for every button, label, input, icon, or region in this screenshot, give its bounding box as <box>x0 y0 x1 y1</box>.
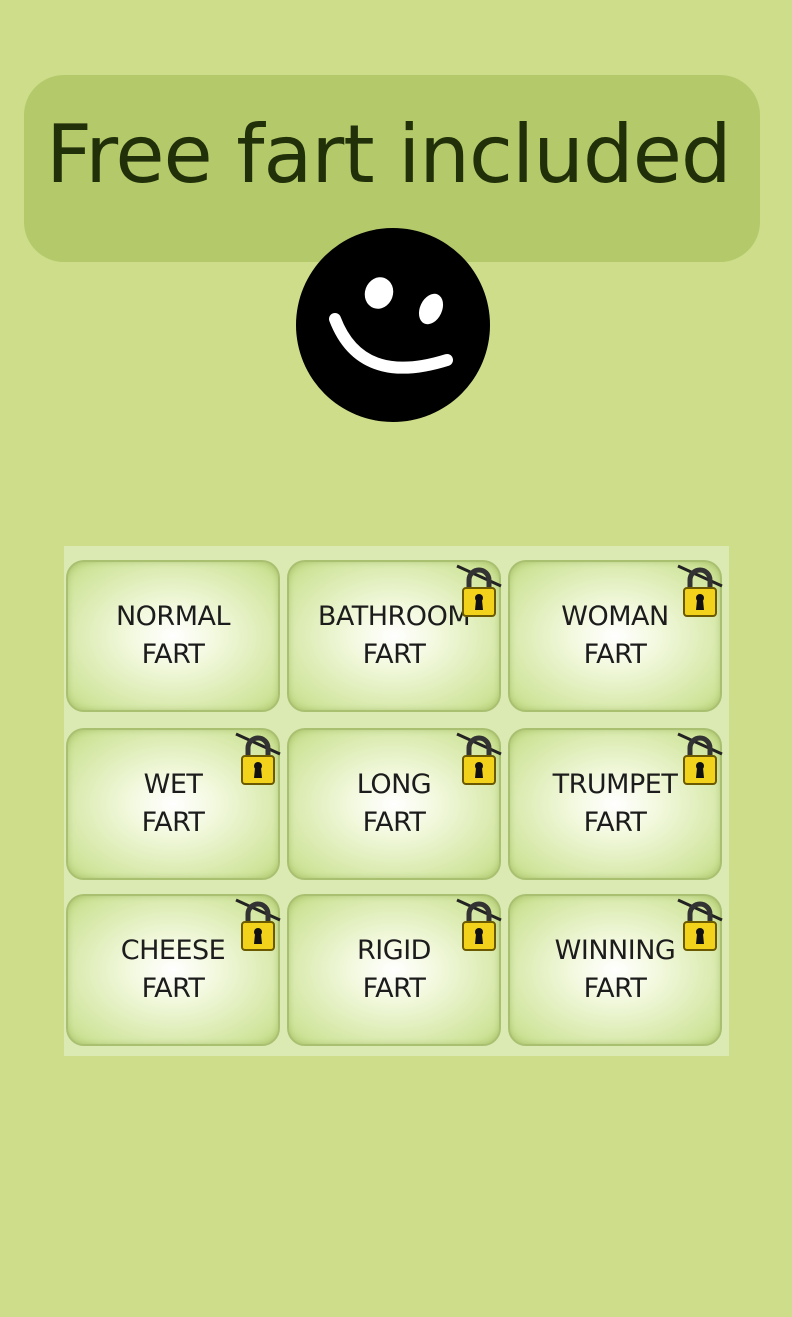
tile-woman-fart[interactable]: WOMAN FART <box>508 560 723 712</box>
padlock-icon <box>235 732 281 785</box>
banner-title: Free fart included <box>46 108 732 201</box>
tile-normal-fart[interactable]: NORMAL FART <box>66 560 280 712</box>
padlock-icon <box>677 732 723 785</box>
tile-bathroom-fart[interactable]: BATHROOM FART <box>287 560 502 712</box>
padlock-icon <box>677 898 723 951</box>
padlock-icon <box>456 898 502 951</box>
smiley-face-icon <box>296 228 490 422</box>
tile-long-fart[interactable]: LONG FART <box>287 728 502 880</box>
tile-trumpet-fart[interactable]: TRUMPET FART <box>508 728 723 880</box>
tile-wet-fart[interactable]: WET FART <box>66 728 281 880</box>
tile-winning-fart[interactable]: WINNING FART <box>508 894 723 1046</box>
padlock-icon <box>456 732 502 785</box>
tile-label: NORMAL FART <box>115 601 231 670</box>
padlock-icon <box>456 564 502 617</box>
fart-sound-grid: NORMAL FART BATHROOM FART WOMAN FART WET FAR <box>64 546 729 1056</box>
padlock-icon <box>677 564 723 617</box>
tile-rigid-fart[interactable]: RIGID FART <box>287 894 502 1046</box>
tile-cheese-fart[interactable]: CHEESE FART <box>66 894 281 1046</box>
padlock-icon <box>235 898 281 951</box>
